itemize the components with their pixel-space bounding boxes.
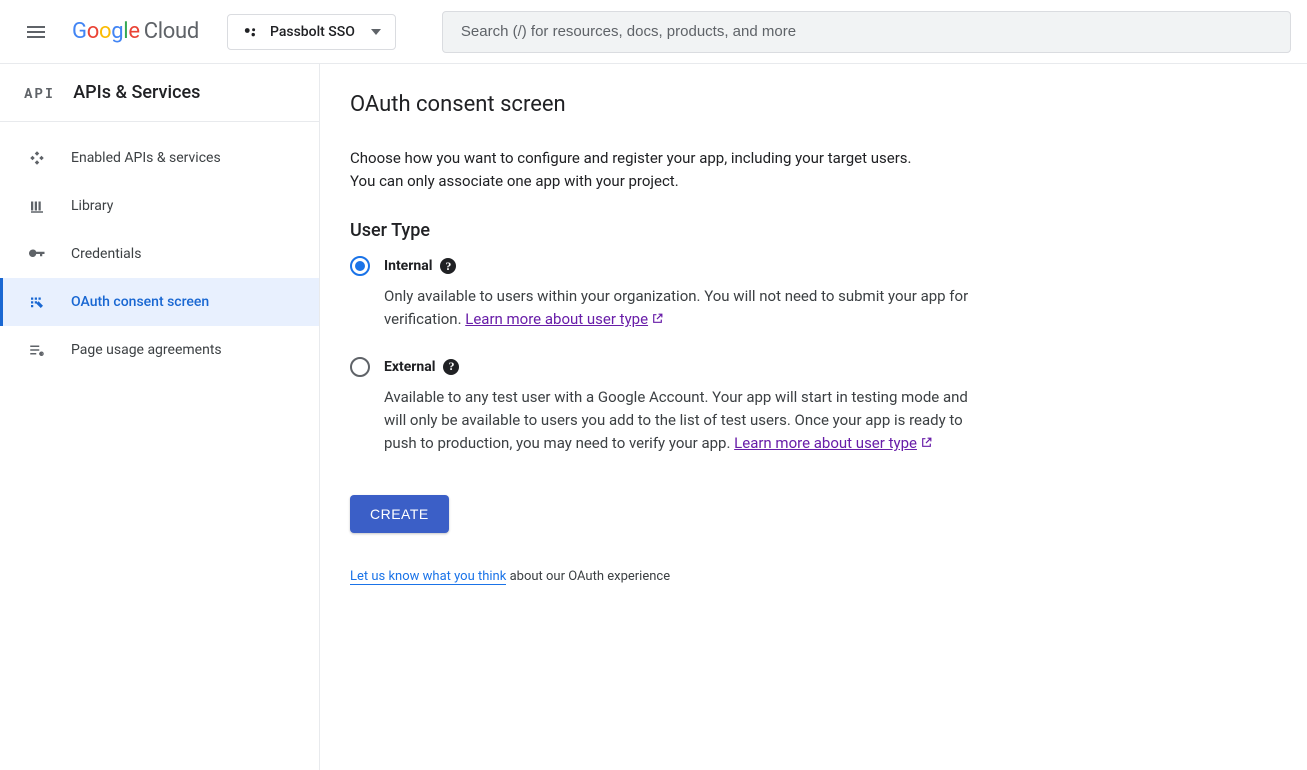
create-button[interactable]: CREATE bbox=[350, 495, 449, 533]
search-input[interactable] bbox=[459, 22, 1274, 41]
hamburger-button[interactable] bbox=[16, 12, 56, 52]
sidebar-header: API APIs & Services bbox=[0, 64, 319, 122]
sidebar-item-label: Enabled APIs & services bbox=[71, 150, 221, 166]
search-box[interactable] bbox=[442, 11, 1291, 53]
help-icon[interactable]: ? bbox=[440, 258, 456, 274]
sidebar-item-credentials[interactable]: Credentials bbox=[0, 230, 319, 278]
hamburger-icon bbox=[24, 20, 48, 44]
diamond-icon bbox=[27, 148, 47, 168]
radio-external-label: External ? bbox=[384, 356, 459, 378]
feedback-line: Let us know what you think about our OAu… bbox=[350, 569, 1277, 584]
logo[interactable]: Google Cloud bbox=[72, 19, 199, 44]
sidebar-title: APIs & Services bbox=[73, 82, 200, 103]
user-type-heading: User Type bbox=[350, 220, 1277, 241]
sidebar-item-label: Page usage agreements bbox=[71, 342, 222, 358]
radio-internal[interactable] bbox=[350, 256, 370, 276]
page-title: OAuth consent screen bbox=[350, 92, 1277, 117]
nav-list: Enabled APIs & services Library Credenti… bbox=[0, 122, 319, 374]
logo-cloud-text: Cloud bbox=[144, 19, 199, 44]
intro-text: Choose how you want to configure and reg… bbox=[350, 147, 940, 192]
radio-internal-label: Internal ? bbox=[384, 255, 456, 277]
api-badge: API bbox=[24, 83, 55, 102]
sidebar-item-oauth-consent[interactable]: OAuth consent screen bbox=[0, 278, 319, 326]
sidebar-item-enabled-apis[interactable]: Enabled APIs & services bbox=[0, 134, 319, 182]
library-icon bbox=[27, 196, 47, 216]
agreement-icon bbox=[27, 340, 47, 360]
project-name: Passbolt SSO bbox=[270, 24, 355, 40]
learn-more-link-internal[interactable]: Learn more about user type bbox=[465, 310, 648, 328]
feedback-rest: about our OAuth experience bbox=[506, 569, 670, 584]
radio-option-internal[interactable]: Internal ? bbox=[350, 255, 1277, 277]
sidebar-item-label: Library bbox=[71, 198, 113, 214]
radio-label-text: Internal bbox=[384, 258, 432, 274]
feedback-link[interactable]: Let us know what you think bbox=[350, 569, 506, 585]
key-icon bbox=[27, 244, 47, 264]
radio-option-external[interactable]: External ? bbox=[350, 356, 1277, 378]
help-icon[interactable]: ? bbox=[443, 359, 459, 375]
external-link-icon bbox=[920, 436, 933, 449]
sidebar-item-library[interactable]: Library bbox=[0, 182, 319, 230]
project-picker[interactable]: Passbolt SSO bbox=[227, 14, 396, 50]
chevron-down-icon bbox=[371, 29, 381, 35]
external-link-icon bbox=[651, 312, 664, 325]
external-description: Available to any test user with a Google… bbox=[350, 386, 990, 456]
main-content: OAuth consent screen Choose how you want… bbox=[320, 64, 1307, 770]
sidebar-item-label: OAuth consent screen bbox=[71, 294, 209, 310]
sidebar-item-label: Credentials bbox=[71, 246, 141, 262]
radio-external[interactable] bbox=[350, 357, 370, 377]
radio-label-text: External bbox=[384, 359, 435, 375]
learn-more-link-external[interactable]: Learn more about user type bbox=[734, 434, 917, 452]
consent-icon bbox=[27, 292, 47, 312]
sidebar-item-page-usage[interactable]: Page usage agreements bbox=[0, 326, 319, 374]
logo-google: Google bbox=[72, 19, 140, 44]
project-icon bbox=[242, 23, 260, 41]
internal-description: Only available to users within your orga… bbox=[350, 285, 990, 332]
sidebar: API APIs & Services Enabled APIs & servi… bbox=[0, 64, 320, 770]
top-header: Google Cloud Passbolt SSO bbox=[0, 0, 1307, 64]
